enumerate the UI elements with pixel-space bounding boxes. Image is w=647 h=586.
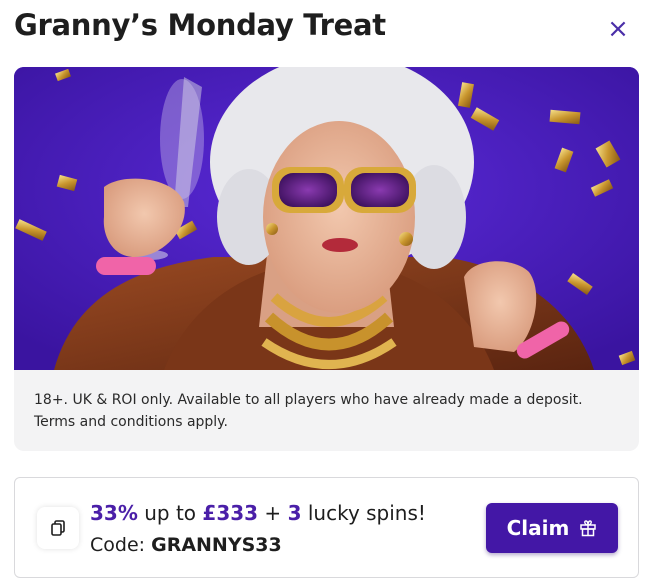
promo-modal: Granny’s Monday Treat × 18+. UK & ROI on…	[0, 0, 647, 586]
close-button[interactable]: ×	[603, 15, 633, 43]
offer-text-b: +	[258, 501, 288, 525]
offer-spins: 3	[287, 501, 302, 525]
hero-image	[14, 67, 639, 370]
modal-title: Granny’s Monday Treat	[14, 8, 386, 42]
claim-button[interactable]: Claim	[486, 503, 618, 553]
terms-line-1: 18+. UK & ROI only. Available to all pla…	[34, 392, 583, 408]
promo-code[interactable]: GRANNYS33	[151, 534, 282, 556]
offer-amount: £333	[202, 501, 259, 525]
gift-icon	[580, 520, 597, 537]
offer-code-line: Code: GRANNYS33	[90, 532, 282, 558]
offer-card: 33% up to £333 + 3 lucky spins! Code: GR…	[14, 477, 639, 578]
close-icon: ×	[607, 14, 629, 44]
offer-text-a: up to	[137, 501, 203, 525]
code-label: Code:	[90, 534, 152, 556]
terms-line-2: Terms and conditions apply.	[34, 414, 228, 430]
offer-headline: 33% up to £333 + 3 lucky spins!	[90, 500, 426, 526]
offer-text-c: lucky spins!	[301, 501, 426, 525]
claim-label: Claim	[506, 516, 570, 540]
terms-notice: 18+. UK & ROI only. Available to all pla…	[14, 370, 639, 451]
offer-percent: 33%	[90, 501, 138, 525]
copy-code-button[interactable]	[37, 507, 79, 549]
copy-icon	[51, 520, 65, 536]
